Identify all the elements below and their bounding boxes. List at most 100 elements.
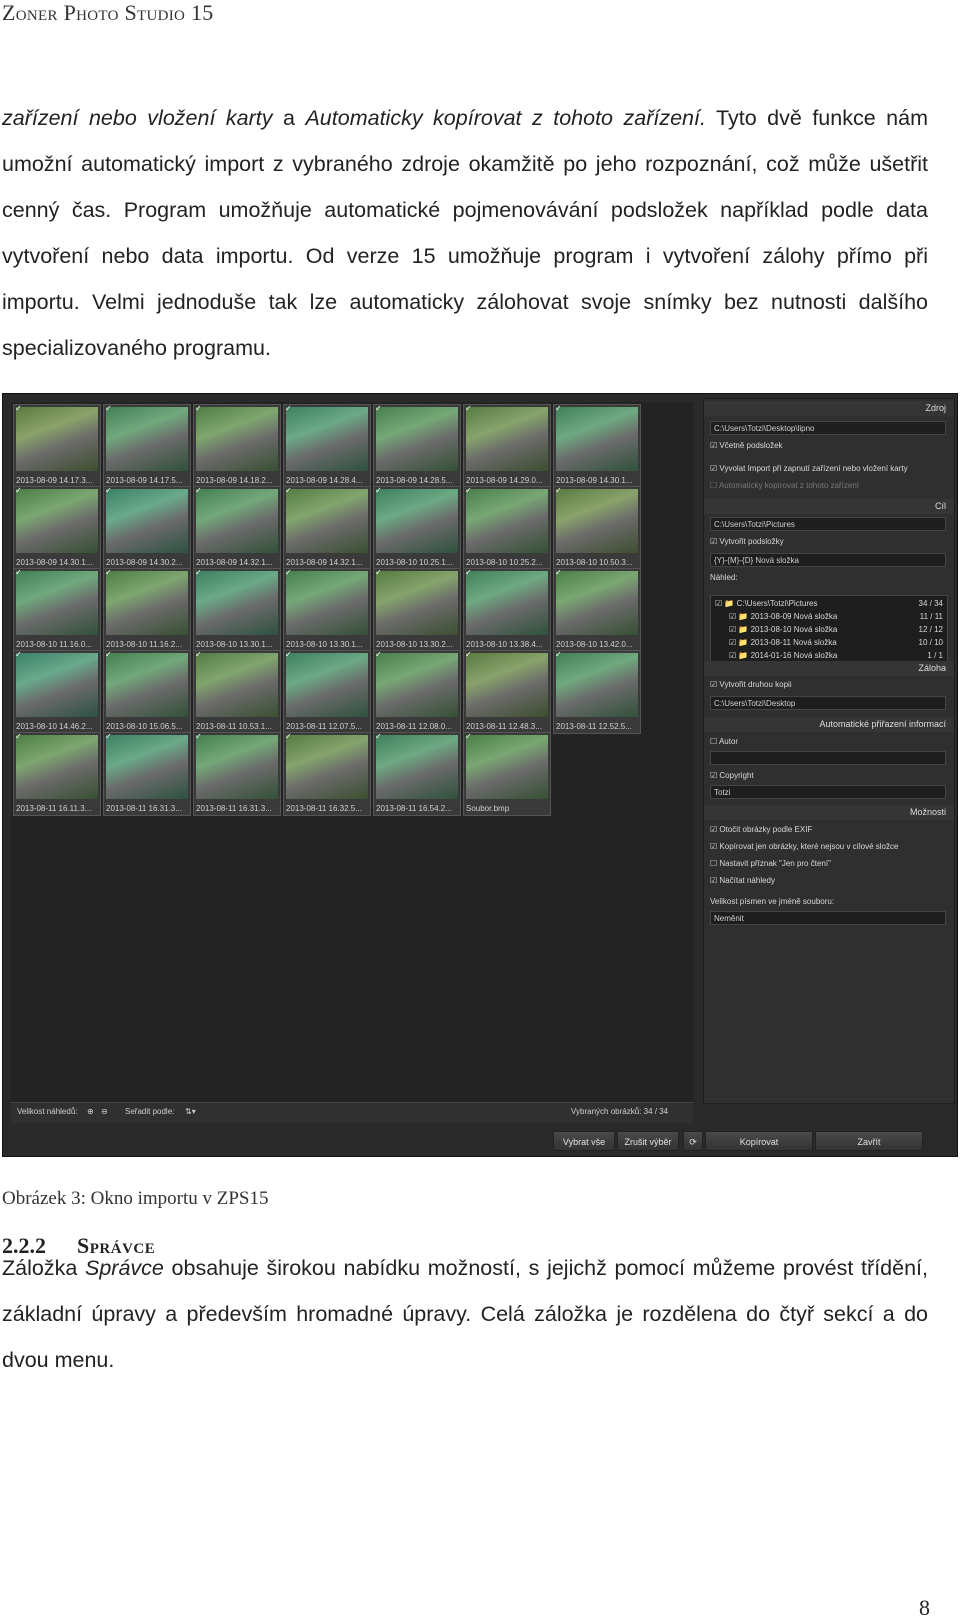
author-checkbox[interactable]: ☐ Autor [710,737,738,746]
checkmark-icon[interactable]: ✓ [465,732,472,741]
preview-folder-tree: ☑ 📁 C:\Users\Totzi\Pictures 34 / 34 ☑ 📁 … [710,595,948,667]
thumbnail[interactable]: ✓ 2013-08-09 14.17.5... [103,404,191,488]
tree-root[interactable]: ☑ 📁 C:\Users\Totzi\Pictures [715,599,817,608]
thumbnail[interactable]: ✓ 2013-08-10 13.38.4... [463,568,551,652]
thumbnail[interactable]: ✓ 2013-08-09 14.30.2... [103,486,191,570]
checkmark-icon[interactable]: ✓ [15,568,22,577]
thumbnail[interactable]: ✓ 2013-08-10 13.30.1... [283,568,371,652]
sort-dropdown-icon[interactable]: ⇅▾ [185,1107,196,1116]
thumbnail[interactable]: ✓ 2013-08-09 14.32.1... [193,486,281,570]
thumbnail[interactable]: ✓ 2013-08-09 14.28.5... [373,404,461,488]
checkmark-icon[interactable]: ✓ [285,568,292,577]
thumbnail[interactable]: ✓ 2013-08-11 12.07.5... [283,650,371,734]
zoom-in-icon[interactable]: ⊕ [87,1107,94,1116]
thumbnail[interactable]: ✓ 2013-08-11 16.32.5... [283,732,371,816]
checkmark-icon[interactable]: ✓ [375,732,382,741]
checkmark-icon[interactable]: ✓ [375,486,382,495]
close-button[interactable]: Zavřít [815,1131,923,1151]
thumbnail[interactable]: ✓ 2013-08-09 14.18.2... [193,404,281,488]
refresh-icon[interactable]: ⟳ [683,1131,703,1151]
thumbnail[interactable]: ✓ Soubor.bmp [463,732,551,816]
rotate-exif-checkbox[interactable]: ☑ Otočit obrázky podle EXIF [710,825,812,834]
author-field[interactable] [710,751,946,765]
thumbnail[interactable]: ✓ 2013-08-09 14.32.1... [283,486,371,570]
readonly-flag-checkbox[interactable]: ☐ Nastavit příznak "Jen pro čtení" [710,859,831,868]
thumbnail[interactable]: ✓ 2013-08-09 14.29.0... [463,404,551,488]
checkmark-icon[interactable]: ✓ [105,650,112,659]
checkmark-icon[interactable]: ✓ [375,650,382,659]
thumbnail[interactable]: ✓ 2013-08-10 14.46.2... [13,650,101,734]
thumbnail[interactable]: ✓ 2013-08-11 16.54.2... [373,732,461,816]
checkmark-icon[interactable]: ✓ [285,650,292,659]
checkmark-icon[interactable]: ✓ [195,650,202,659]
thumbnail[interactable]: ✓ 2013-08-11 16.31.3... [193,732,281,816]
thumbnail[interactable]: ✓ 2013-08-10 11.16.2... [103,568,191,652]
deselect-button[interactable]: Zrušit výběr [617,1131,679,1151]
thumbnail[interactable]: ✓ 2013-08-10 13.30.2... [373,568,461,652]
tree-item[interactable]: ☑ 📁 2013-08-11 Nová složka [729,638,837,647]
checkmark-icon[interactable]: ✓ [15,404,22,413]
checkmark-icon[interactable]: ✓ [105,404,112,413]
checkmark-icon[interactable]: ✓ [555,486,562,495]
checkmark-icon[interactable]: ✓ [465,486,472,495]
copyright-checkbox[interactable]: ☑ Copyright [710,771,754,780]
checkmark-icon[interactable]: ✓ [105,568,112,577]
checkmark-icon[interactable]: ✓ [555,650,562,659]
checkmark-icon[interactable]: ✓ [195,568,202,577]
checkmark-icon[interactable]: ✓ [285,486,292,495]
tree-item[interactable]: ☑ 📁 2014-01-16 Nová složka [729,651,837,660]
checkmark-icon[interactable]: ✓ [195,404,202,413]
checkmark-icon[interactable]: ✓ [465,404,472,413]
letter-case-select[interactable]: Neměnit [710,911,946,925]
thumbnail[interactable]: ✓ 2013-08-10 13.42.0... [553,568,641,652]
checkmark-icon[interactable]: ✓ [195,732,202,741]
checkmark-icon[interactable]: ✓ [375,568,382,577]
create-subfolders-checkbox[interactable]: ☑ Vytvořit podsložky [710,537,784,546]
checkmark-icon[interactable]: ✓ [195,486,202,495]
thumbnail[interactable]: ✓ 2013-08-10 10.25.1... [373,486,461,570]
thumbnail[interactable]: ✓ 2013-08-10 11.16.0... [13,568,101,652]
copy-button[interactable]: Kopírovat [705,1131,813,1151]
import-on-connect-checkbox[interactable]: ☑ Vyvolat Import při zapnutí zařízení ne… [710,464,908,473]
checkmark-icon[interactable]: ✓ [555,404,562,413]
thumbnail[interactable]: ✓ 2013-08-11 16.11.3... [13,732,101,816]
thumbnail[interactable]: ✓ 2013-08-09 14.17.3... [13,404,101,488]
thumbnail[interactable]: ✓ 2013-08-11 10.53.1... [193,650,281,734]
load-previews-checkbox[interactable]: ☑ Načítat náhledy [710,876,775,885]
subfolder-pattern-select[interactable]: {Y}-{M}-{D} Nová složka [710,553,946,567]
checkmark-icon[interactable]: ✓ [15,732,22,741]
checkmark-icon[interactable]: ✓ [105,486,112,495]
target-path-field[interactable]: C:\Users\Totzi\Pictures [710,517,946,531]
thumbnail[interactable]: ✓ 2013-08-10 13.30.1... [193,568,281,652]
source-path-field[interactable]: C:\Users\Totzi\Desktop\lipno [710,421,946,435]
zoom-out-icon[interactable]: ⊖ [101,1107,108,1116]
thumbnail[interactable]: ✓ 2013-08-10 10.25.2... [463,486,551,570]
thumbnail[interactable]: ✓ 2013-08-09 14.28.4... [283,404,371,488]
checkmark-icon[interactable]: ✓ [285,732,292,741]
checkmark-icon[interactable]: ✓ [465,650,472,659]
include-subfolders-checkbox[interactable]: ☑ Včetně podsložek [710,441,783,450]
auto-copy-checkbox[interactable]: ☐ Automaticky kopírovat z tohoto zařízen… [710,481,859,490]
checkmark-icon[interactable]: ✓ [15,486,22,495]
select-all-button[interactable]: Vybrat vše [553,1131,615,1151]
copy-only-missing-checkbox[interactable]: ☑ Kopírovat jen obrázky, které nejsou v … [710,842,898,851]
thumbnail[interactable]: ✓ 2013-08-11 16.31.3... [103,732,191,816]
checkmark-icon[interactable]: ✓ [555,568,562,577]
checkmark-icon[interactable]: ✓ [105,732,112,741]
tree-item[interactable]: ☑ 📁 2013-08-10 Nová složka [729,625,837,634]
thumbnail[interactable]: ✓ 2013-08-11 12.52.5... [553,650,641,734]
backup-path-field[interactable]: C:\Users\Totzi\Desktop [710,696,946,710]
thumbnail[interactable]: ✓ 2013-08-11 12.48.3... [463,650,551,734]
thumbnail[interactable]: ✓ 2013-08-09 14.30.1... [553,404,641,488]
thumbnail[interactable]: ✓ 2013-08-09 14.30.1... [13,486,101,570]
checkmark-icon[interactable]: ✓ [375,404,382,413]
tree-item[interactable]: ☑ 📁 2013-08-09 Nová složka [729,612,837,621]
copyright-field[interactable]: Totzi [710,785,946,799]
thumbnail[interactable]: ✓ 2013-08-11 12.08.0... [373,650,461,734]
checkmark-icon[interactable]: ✓ [465,568,472,577]
thumbnail[interactable]: ✓ 2013-08-10 10.50.3... [553,486,641,570]
checkmark-icon[interactable]: ✓ [15,650,22,659]
thumbnail[interactable]: ✓ 2013-08-10 15.06.5... [103,650,191,734]
second-copy-checkbox[interactable]: ☑ Vytvořit druhou kopii [710,680,792,689]
checkmark-icon[interactable]: ✓ [285,404,292,413]
